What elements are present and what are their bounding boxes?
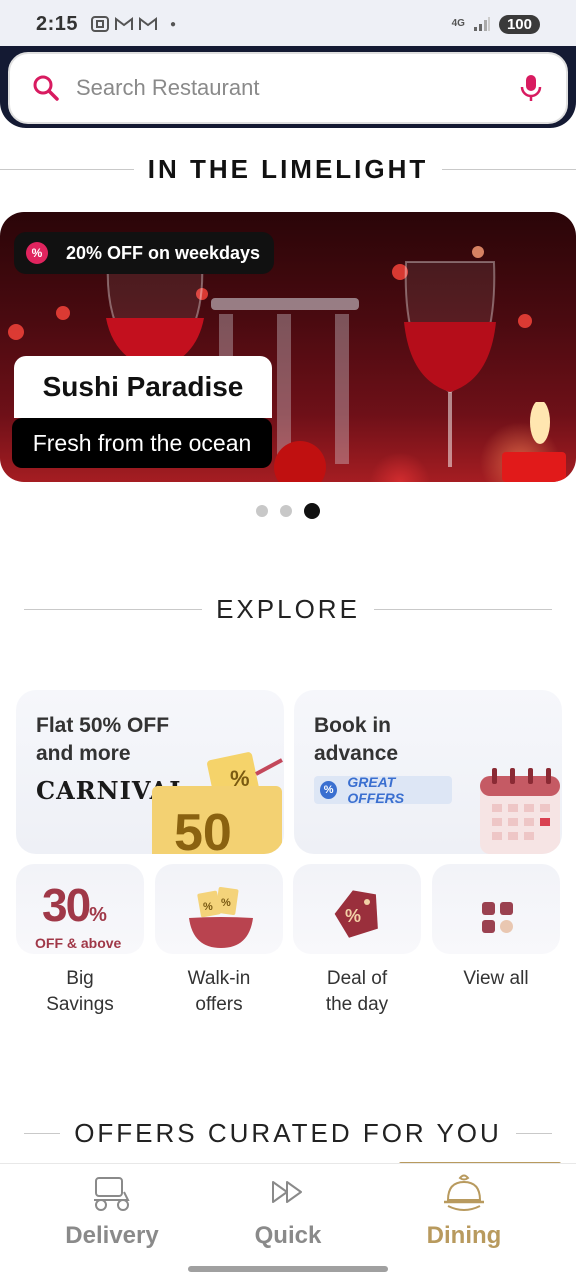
savings-30-icon: 30% xyxy=(42,879,107,931)
network-type: 4G xyxy=(451,18,465,29)
svg-text:%: % xyxy=(203,901,213,913)
gmail-icon xyxy=(115,17,134,30)
carousel-indicator[interactable] xyxy=(0,503,576,519)
tile-label: Deal of the day xyxy=(325,968,389,1015)
off-above-text: OFF & above xyxy=(35,935,122,951)
card-title-line: advance xyxy=(314,742,399,765)
nav-label: Quick xyxy=(254,1222,322,1249)
explore-heading: EXPLORE xyxy=(0,594,576,625)
nav-label: Delivery xyxy=(65,1222,159,1249)
status-time: 2:15 xyxy=(36,12,79,35)
limelight-heading: IN THE LIMELIGHT xyxy=(0,154,576,185)
card-title-line: Flat 50% OFF xyxy=(36,714,170,737)
scooter-icon xyxy=(94,1177,130,1211)
gmail-icon xyxy=(139,17,158,30)
discount-icon: % xyxy=(26,242,48,264)
divider xyxy=(24,609,203,610)
divider xyxy=(0,169,134,170)
great-offers-badge: % GREAT OFFERS xyxy=(314,774,452,806)
home-gesture-bar[interactable] xyxy=(188,1266,388,1272)
search-bar[interactable] xyxy=(8,52,568,124)
view-all-tile[interactable] xyxy=(432,864,560,954)
divider xyxy=(515,1133,552,1134)
tile-label: Walk-in offers xyxy=(187,968,251,1015)
walk-in-offers-tile[interactable]: % % xyxy=(155,864,283,954)
big-savings-tile[interactable]: 30% OFF & above xyxy=(16,864,144,954)
carousel-dot[interactable] xyxy=(280,505,292,517)
great-offers-label: GREAT OFFERS xyxy=(347,774,405,806)
wine-glass-image xyxy=(404,261,496,467)
card-title-line: and more xyxy=(36,742,131,765)
svg-text:%: % xyxy=(345,906,361,926)
card-title: Book in advance xyxy=(314,712,398,768)
limelight-title: IN THE LIMELIGHT xyxy=(147,154,429,184)
divider xyxy=(24,1133,61,1134)
search-icon xyxy=(33,75,59,101)
explore-title: EXPLORE xyxy=(216,594,360,624)
offers-curated-heading: OFFERS CURATED FOR YOU xyxy=(0,1118,576,1149)
bokeh-light xyxy=(8,324,24,340)
restaurant-tagline: Fresh from the ocean xyxy=(12,418,272,468)
carousel-dot-active[interactable] xyxy=(304,503,320,519)
fast-forward-icon xyxy=(272,1181,302,1203)
more-notifications-icon: ● xyxy=(170,18,177,30)
bokeh-light xyxy=(56,306,70,320)
nav-delivery[interactable]: Delivery xyxy=(24,1164,200,1260)
coupon-50-icon: % 50 xyxy=(152,752,283,854)
offer-check-icon: % xyxy=(320,781,338,799)
tile-label: View all xyxy=(463,968,529,989)
svg-text:%: % xyxy=(221,897,231,909)
divider xyxy=(442,169,576,170)
restaurant-name: Sushi Paradise xyxy=(14,356,272,418)
carnival-offer-card[interactable]: Flat 50% OFF and more CARNIVAL % 50 xyxy=(16,690,284,854)
bokeh-light xyxy=(518,314,532,328)
search-input[interactable] xyxy=(76,75,518,101)
calendar-icon xyxy=(480,768,560,854)
offer-text: 20% OFF on weekdays xyxy=(66,242,261,263)
signal-icon xyxy=(473,17,490,31)
book-in-advance-card[interactable]: Book in advance % GREAT OFFERS xyxy=(294,690,562,854)
tile-label: Big Savings xyxy=(46,968,114,1015)
carousel-dot[interactable] xyxy=(256,505,268,517)
grid-icon xyxy=(482,902,513,933)
cloche-icon xyxy=(444,1174,484,1211)
nav-label: Dining xyxy=(426,1222,502,1249)
offer-bowl-icon: % % xyxy=(189,886,253,948)
nav-dining[interactable]: Dining xyxy=(376,1164,552,1260)
svg-text:50: 50 xyxy=(174,804,232,854)
offers-curated-title: OFFERS CURATED FOR YOU xyxy=(74,1118,502,1148)
price-tag-icon: % xyxy=(334,890,378,938)
screenshot-icon xyxy=(91,16,110,32)
card-title-line: Book in xyxy=(314,714,391,737)
notification-icons: ● xyxy=(90,15,176,33)
battery-level: 100 xyxy=(498,14,540,34)
candle-image xyxy=(502,402,566,482)
rose-image xyxy=(274,441,326,482)
nav-quick[interactable]: Quick xyxy=(200,1164,376,1260)
divider xyxy=(373,609,553,610)
limelight-banner[interactable]: % 20% OFF on weekdays Sushi Paradise Fre… xyxy=(0,212,576,482)
status-bar: 2:15 ● 4G 100 xyxy=(0,0,576,48)
offer-badge: % 20% OFF on weekdays xyxy=(14,232,275,274)
bottom-navigation: Delivery Quick Dining xyxy=(0,1163,576,1259)
deal-of-the-day-tile[interactable]: % xyxy=(293,864,421,954)
card-title: Flat 50% OFF and more xyxy=(36,712,169,768)
microphone-icon[interactable] xyxy=(518,73,544,103)
